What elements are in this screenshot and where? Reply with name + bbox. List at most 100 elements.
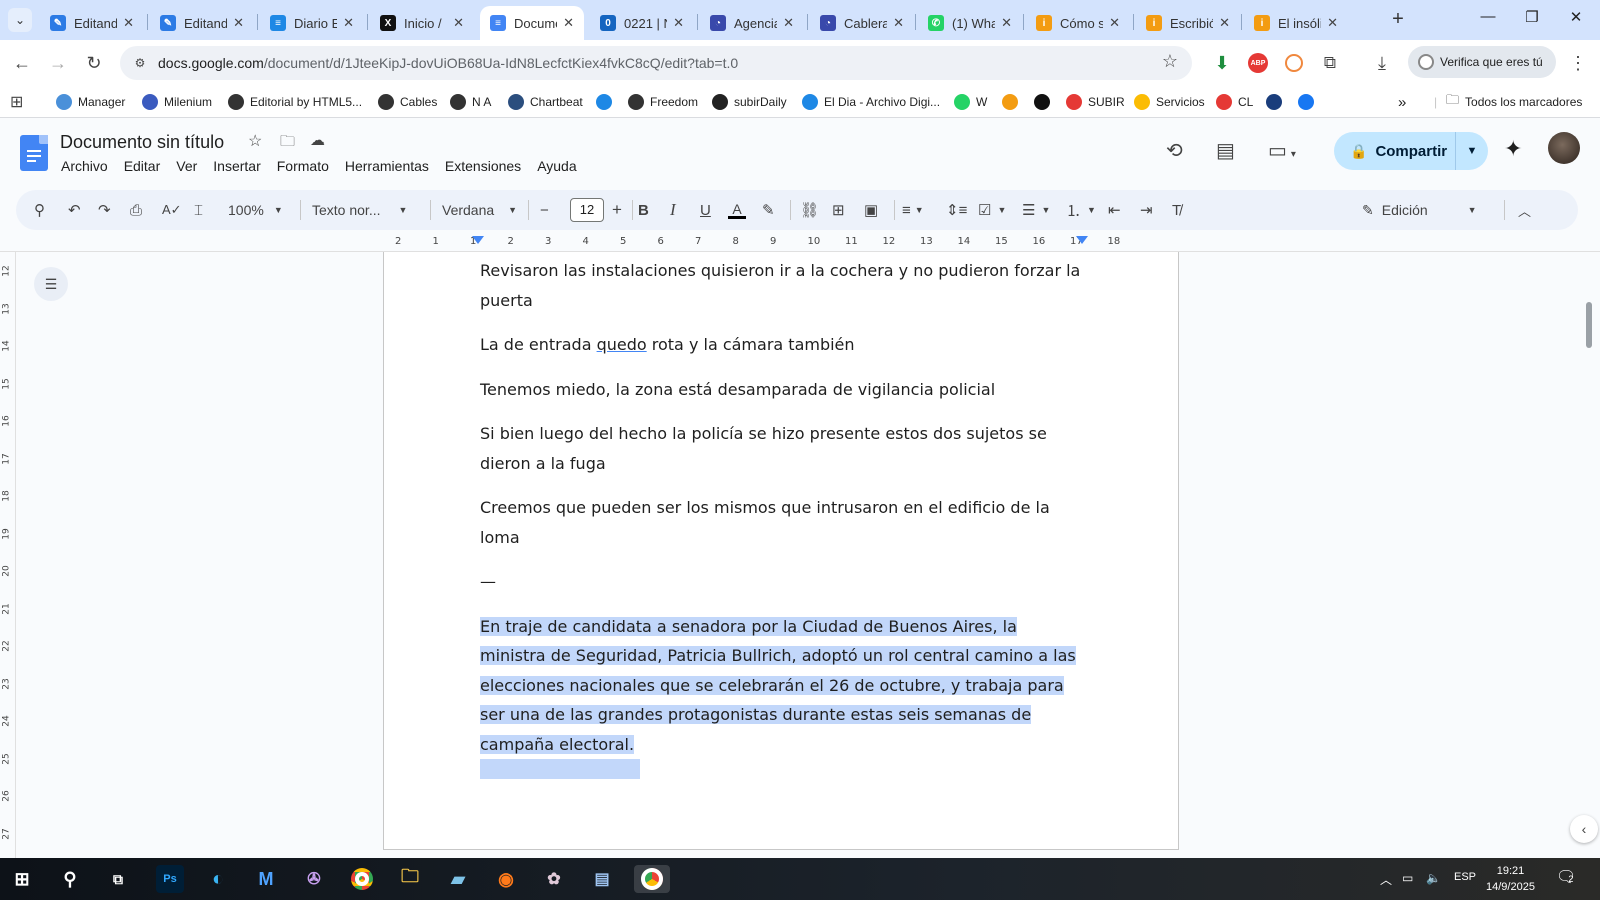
- undo-icon[interactable]: ↶: [68, 200, 81, 220]
- menu-editar[interactable]: Editar: [124, 158, 161, 174]
- back-button[interactable]: ←: [10, 51, 34, 75]
- bookmark-14[interactable]: SUBIR: [1066, 92, 1125, 112]
- comments-icon[interactable]: ▤: [1216, 138, 1235, 163]
- tab-2[interactable]: ✎ Editando ✕: [150, 6, 254, 40]
- tab-close-icon[interactable]: ✕: [233, 15, 244, 31]
- redo-icon[interactable]: ↷: [98, 200, 111, 220]
- document-page[interactable]: Revisaron las instalaciones quisieron ir…: [383, 252, 1179, 850]
- tab-4[interactable]: X Inicio / ✕: [370, 6, 474, 40]
- spellcheck-icon[interactable]: A✓: [162, 200, 182, 220]
- tab-close-icon[interactable]: ✕: [1109, 15, 1120, 31]
- tray-chevron-icon[interactable]: ︿: [1380, 871, 1392, 888]
- tab-9[interactable]: ✆ (1) WhatsApp ✕: [918, 6, 1022, 40]
- increase-indent-icon[interactable]: ⇥: [1140, 200, 1153, 220]
- menu-herramientas[interactable]: Herramientas: [345, 158, 429, 174]
- m-app-icon[interactable]: M: [252, 865, 280, 893]
- network-icon[interactable]: ▭: [1402, 871, 1413, 885]
- downloads-icon[interactable]: ⤓: [1370, 51, 1394, 75]
- notifications-icon[interactable]: 🗨2: [1556, 867, 1576, 887]
- tab-close-icon[interactable]: ✕: [343, 15, 354, 31]
- clock[interactable]: 19:21 14/9/2025: [1486, 863, 1535, 895]
- bookmark-star-icon[interactable]: ☆: [1162, 51, 1178, 72]
- all-bookmarks-button[interactable]: 🗀 Todos los marcadores: [1446, 92, 1582, 112]
- tab-close-icon[interactable]: ✕: [1219, 15, 1230, 31]
- menu-ayuda[interactable]: Ayuda: [537, 158, 576, 174]
- move-folder-icon[interactable]: 🗀: [280, 131, 295, 156]
- paragraph[interactable]: Si bien luego del hecho la policía se hi…: [480, 419, 1090, 478]
- version-history-icon[interactable]: ⟲: [1166, 138, 1183, 163]
- bookmark-17[interactable]: [1266, 92, 1288, 112]
- align-icon[interactable]: ≡ ▼: [902, 200, 924, 220]
- new-tab-button[interactable]: +: [1386, 8, 1410, 32]
- paint-app-icon[interactable]: ✿: [540, 865, 568, 893]
- search-icon[interactable]: ⚲: [56, 865, 84, 893]
- paragraph[interactable]: Tenemos miedo, la zona está desamparada …: [480, 375, 1090, 405]
- bold-icon[interactable]: B: [638, 200, 649, 220]
- tab-close-icon[interactable]: ✕: [673, 15, 684, 31]
- zoom-select[interactable]: 100% ▼: [228, 200, 283, 220]
- document-body[interactable]: Revisaron las instalaciones quisieron ir…: [480, 256, 1090, 779]
- bookmark-9[interactable]: subirDaily: [712, 92, 787, 112]
- meet-camera-icon[interactable]: ▭ ▾: [1268, 138, 1296, 163]
- volume-icon[interactable]: 🔈: [1426, 871, 1441, 885]
- paragraph-style-select[interactable]: Texto nor... ▼: [312, 200, 407, 220]
- bookmark-16[interactable]: CL: [1216, 92, 1253, 112]
- bookmark-3[interactable]: Editorial by HTML5...: [228, 92, 362, 112]
- editing-mode-select[interactable]: ✎ Edición ▼: [1362, 200, 1477, 220]
- reload-button[interactable]: ↻: [82, 51, 106, 75]
- url-text[interactable]: docs.google.com/document/d/1JteeKipJ-dov…: [158, 55, 738, 71]
- edge-icon[interactable]: ◐: [204, 865, 232, 893]
- bookmark-5[interactable]: N A: [450, 92, 491, 112]
- menu-insertar[interactable]: Insertar: [213, 158, 260, 174]
- gemini-sparkle-icon[interactable]: ✦: [1504, 136, 1522, 162]
- site-info-icon[interactable]: ⚙: [128, 51, 152, 75]
- bookmark-18[interactable]: [1298, 92, 1320, 112]
- bookmark-15[interactable]: Servicios: [1134, 92, 1205, 112]
- numbered-list-icon[interactable]: ⒈ ▼: [1066, 200, 1096, 220]
- photoshop-icon[interactable]: Ps: [156, 865, 184, 893]
- share-button[interactable]: 🔒 Compartir ▼: [1334, 132, 1488, 170]
- notes-app-icon[interactable]: ▰: [444, 865, 472, 893]
- bookmark-7[interactable]: [596, 92, 618, 112]
- bookmark-6[interactable]: Chartbeat: [508, 92, 583, 112]
- bookmark-2[interactable]: Milenium: [142, 92, 212, 112]
- add-comment-icon[interactable]: ⊞: [832, 200, 845, 220]
- font-size-input[interactable]: 12: [570, 198, 604, 222]
- file-explorer-icon[interactable]: 🗀: [396, 865, 424, 893]
- print-icon[interactable]: ⎙: [130, 200, 142, 220]
- right-indent-marker[interactable]: [1076, 236, 1088, 244]
- tab-close-icon[interactable]: ✕: [783, 15, 794, 31]
- minimize-button[interactable]: —: [1468, 8, 1508, 32]
- language-indicator[interactable]: ESP: [1454, 871, 1476, 883]
- tab-close-icon[interactable]: ✕: [123, 15, 134, 31]
- left-indent-marker[interactable]: [472, 236, 484, 244]
- bookmark-11[interactable]: W: [954, 92, 987, 112]
- vertical-ruler[interactable]: 12 13 14 15 16 17 18 19 20 21 22 23 24 25 26 27: [0, 252, 16, 858]
- menu-ver[interactable]: Ver: [176, 158, 197, 174]
- checklist-icon[interactable]: ☑ ▼: [978, 200, 1006, 220]
- horizontal-ruler[interactable]: 2 1 1 2 3 4 5 6 7 8 9 10 11 12 13 14 15 16 17 18: [0, 232, 1600, 252]
- bookmark-13[interactable]: [1034, 92, 1056, 112]
- tab-close-icon[interactable]: ✕: [453, 15, 464, 31]
- increase-font-size-icon[interactable]: +: [612, 200, 622, 220]
- menu-extensiones[interactable]: Extensiones: [445, 158, 521, 174]
- bookmarks-overflow-button[interactable]: »: [1398, 92, 1406, 112]
- tab-10[interactable]: i Cómo s ✕: [1026, 6, 1130, 40]
- tab-close-icon[interactable]: ✕: [563, 15, 574, 31]
- task-view-icon[interactable]: ⧉: [104, 865, 132, 893]
- apps-grid-icon[interactable]: ⊞: [10, 92, 23, 112]
- chrome-icon[interactable]: [348, 865, 376, 893]
- highlight-color-icon[interactable]: ✎: [762, 200, 775, 220]
- paint-format-icon[interactable]: ⌶: [194, 200, 203, 220]
- decrease-font-size-icon[interactable]: −: [540, 200, 549, 220]
- chrome-active-icon[interactable]: [634, 865, 670, 893]
- tab-close-icon[interactable]: ✕: [1327, 15, 1338, 31]
- clear-formatting-icon[interactable]: T̸: [1172, 200, 1181, 220]
- tab-1[interactable]: ✎ Editando ✕: [40, 6, 144, 40]
- bookmark-8[interactable]: Freedom: [628, 92, 698, 112]
- insert-image-icon[interactable]: ▣: [864, 200, 878, 220]
- media-app-icon[interactable]: ✇: [300, 865, 328, 893]
- underline-icon[interactable]: U: [700, 200, 711, 220]
- tab-close-icon[interactable]: ✕: [1001, 15, 1012, 31]
- text-color-icon[interactable]: A: [728, 200, 746, 220]
